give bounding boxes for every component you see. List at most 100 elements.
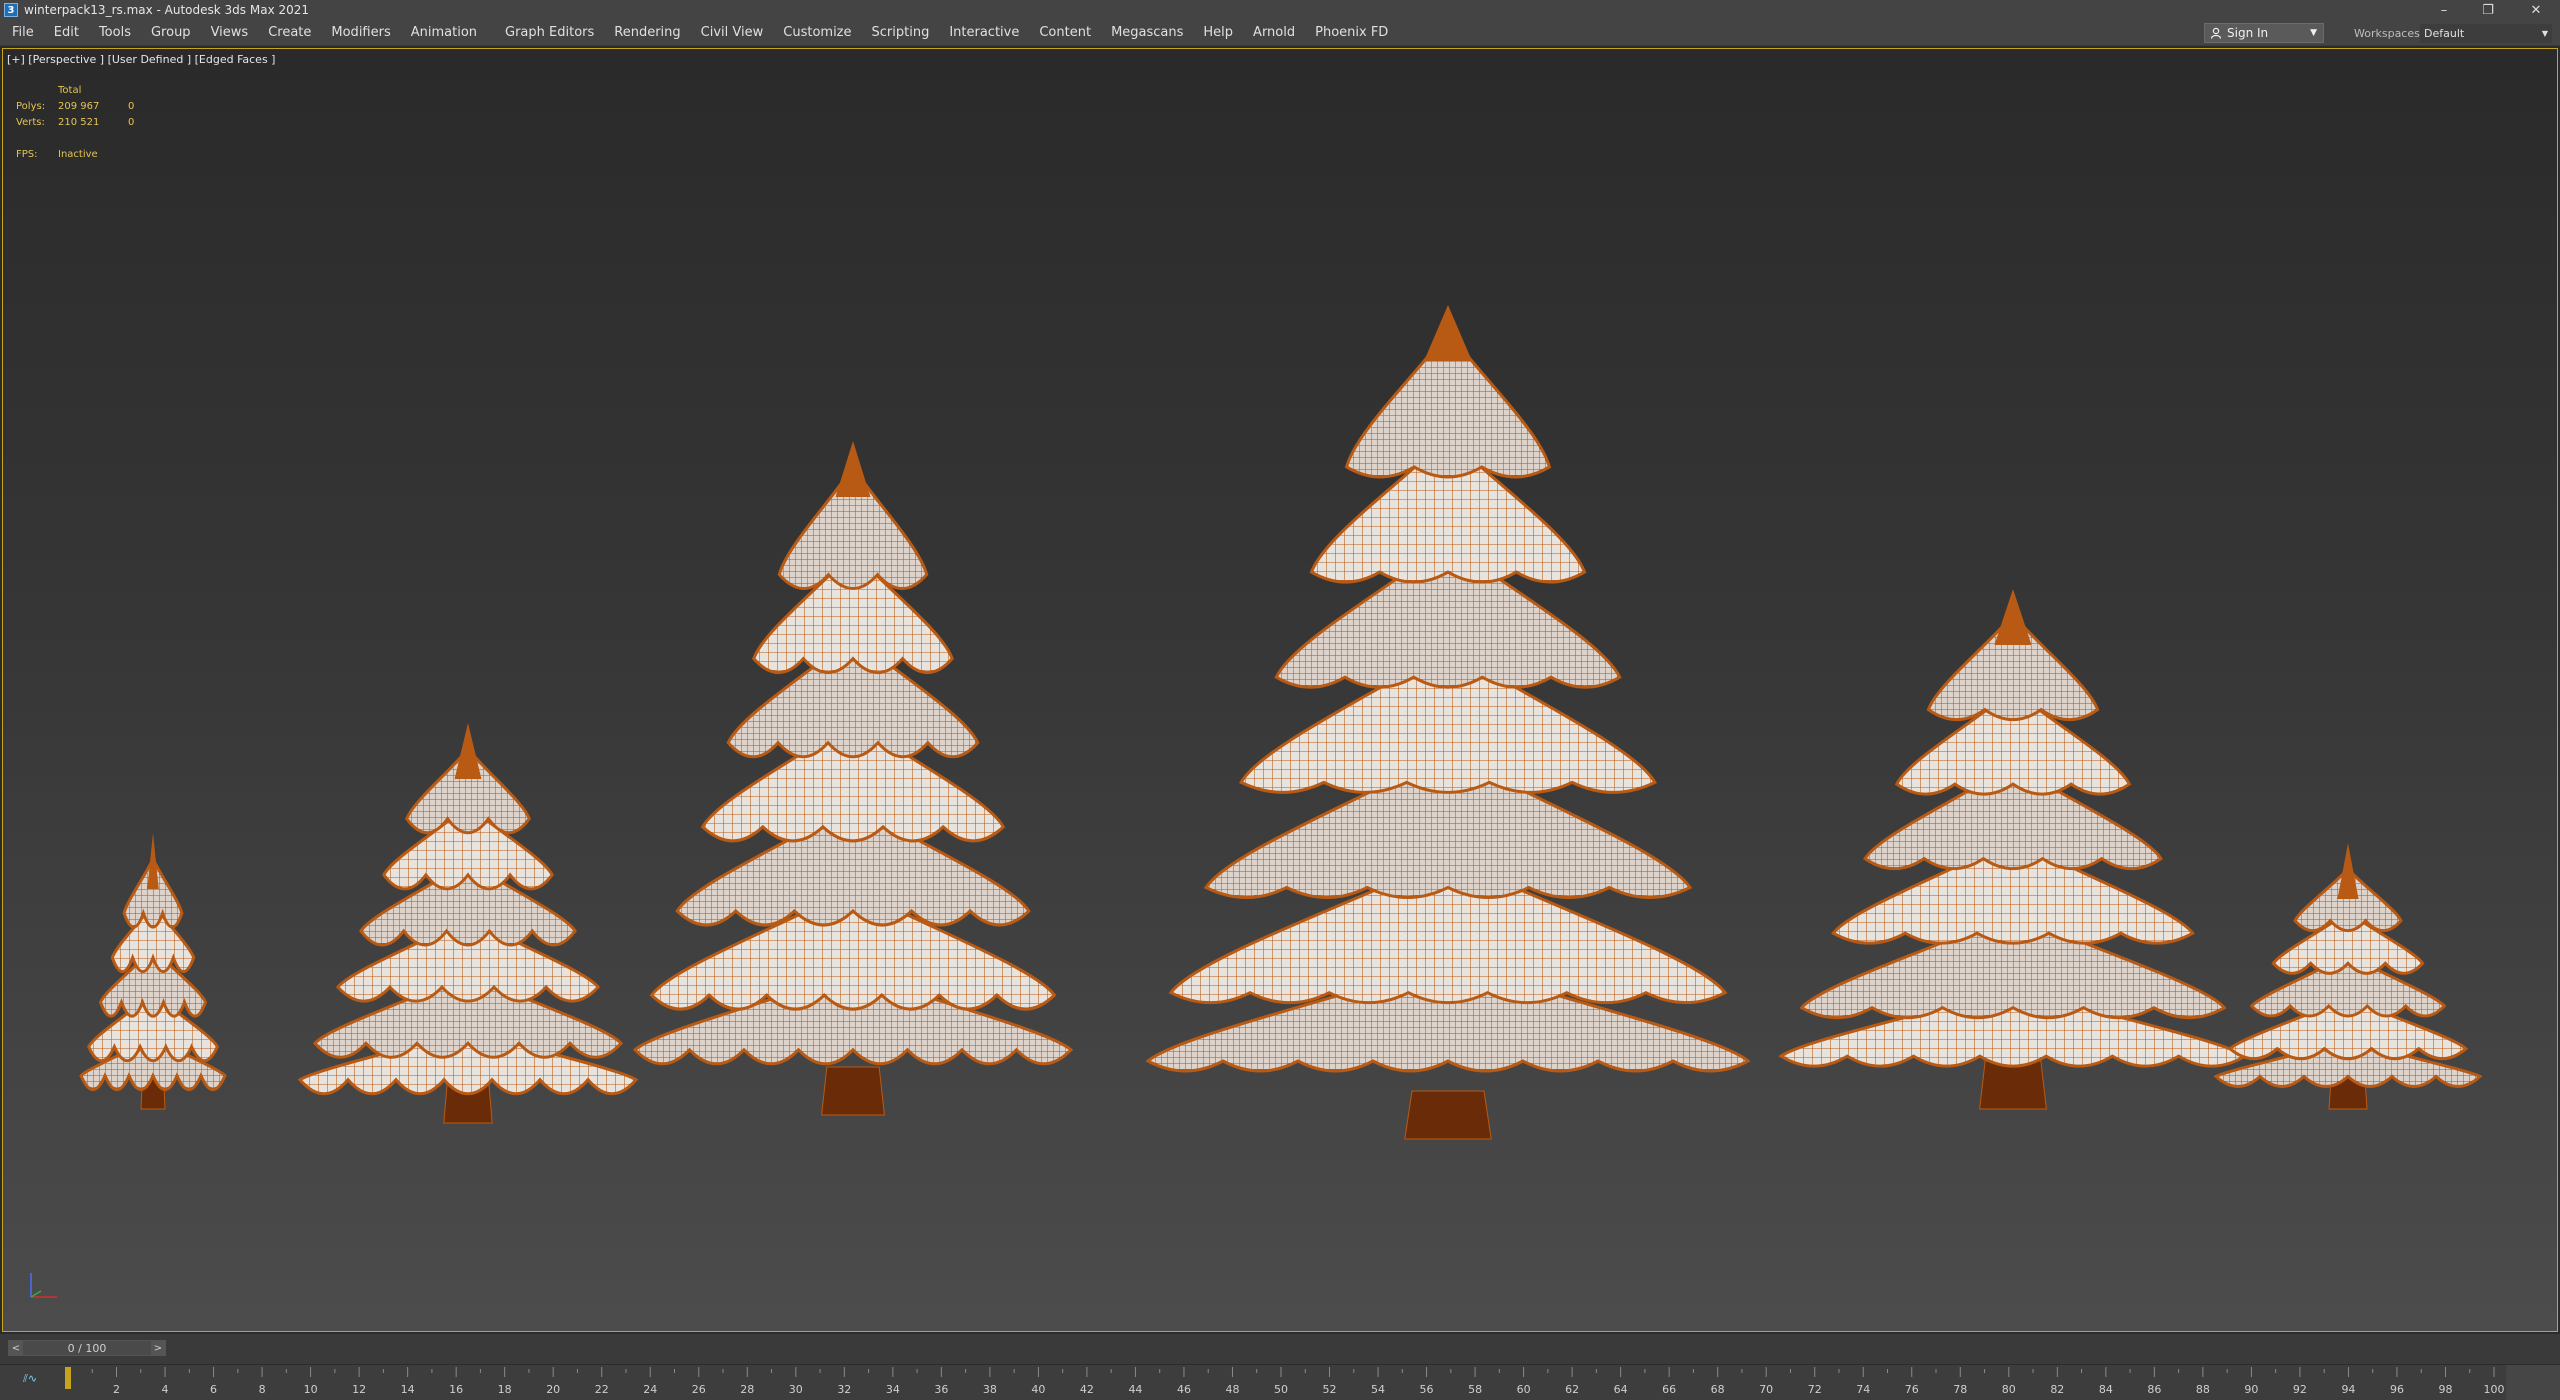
polys-selected: 0 xyxy=(128,101,135,112)
time-slider-bar: < 0 / 100 > xyxy=(0,1334,2560,1364)
ruler-tick-label: 96 xyxy=(2390,1383,2404,1396)
ruler-tick-label: 6 xyxy=(210,1383,217,1396)
ruler-tick-label: 68 xyxy=(1711,1383,1725,1396)
current-frame-marker[interactable] xyxy=(65,1367,71,1389)
ruler-tick-label: 50 xyxy=(1274,1383,1288,1396)
ruler-tick-label: 82 xyxy=(2050,1383,2064,1396)
stats-header: Total xyxy=(58,85,82,96)
app-icon[interactable]: 3 xyxy=(4,3,18,17)
menu-graph-editors[interactable]: Graph Editors xyxy=(487,20,604,46)
track-bar-end xyxy=(2506,1365,2560,1400)
menu-content[interactable]: Content xyxy=(1029,20,1101,46)
ruler-tick-label: 78 xyxy=(1953,1383,1967,1396)
prev-frame-button[interactable]: < xyxy=(9,1341,23,1355)
close-button[interactable]: ✕ xyxy=(2514,0,2558,20)
sign-in-dropdown[interactable]: Sign In ▼ xyxy=(2204,23,2324,43)
menu-edit[interactable]: Edit xyxy=(44,20,89,46)
menu-scripting[interactable]: Scripting xyxy=(862,20,940,46)
tree-1[interactable] xyxy=(79,833,227,1110)
ruler-tick-label: 36 xyxy=(934,1383,948,1396)
ruler-tick-label: 12 xyxy=(352,1383,366,1396)
ruler-tick-label: 94 xyxy=(2341,1383,2355,1396)
workspaces-select[interactable]: Default ▼ xyxy=(2420,24,2552,43)
menu-bar: File Edit Tools Group Views Create Modif… xyxy=(0,20,2560,46)
verts-selected: 0 xyxy=(128,117,135,128)
perspective-viewport[interactable]: [+] [Perspective ] [User Defined ] [Edge… xyxy=(2,48,2558,1332)
menu-phoenix-fd[interactable]: Phoenix FD xyxy=(1305,20,1398,46)
menu-group[interactable]: Group xyxy=(141,20,201,46)
window-title: winterpack13_rs.max - Autodesk 3ds Max 2… xyxy=(24,3,310,17)
viewport-label[interactable]: [+] [Perspective ] [User Defined ] [Edge… xyxy=(7,53,275,66)
ruler-tick-label: 62 xyxy=(1565,1383,1579,1396)
minimize-button[interactable]: – xyxy=(2422,0,2466,20)
ruler-tick-label: 42 xyxy=(1080,1383,1094,1396)
menu-civil-view[interactable]: Civil View xyxy=(691,20,774,46)
title-bar: 3 winterpack13_rs.max - Autodesk 3ds Max… xyxy=(0,0,2560,20)
ruler-tick-label: 72 xyxy=(1808,1383,1822,1396)
ruler-tick-label: 14 xyxy=(401,1383,415,1396)
ruler-tick-label: 4 xyxy=(162,1383,169,1396)
fps-label: FPS: xyxy=(16,149,38,160)
workspaces-value: Default xyxy=(2424,27,2465,40)
ruler-tick-label: 10 xyxy=(304,1383,318,1396)
next-frame-button[interactable]: > xyxy=(151,1341,165,1355)
menu-megascans[interactable]: Megascans xyxy=(1101,20,1193,46)
ruler-tick-label: 80 xyxy=(2002,1383,2016,1396)
menu-help[interactable]: Help xyxy=(1193,20,1243,46)
ruler-tick-label: 38 xyxy=(983,1383,997,1396)
ruler-tick-label: 18 xyxy=(498,1383,512,1396)
menu-arnold[interactable]: Arnold xyxy=(1243,20,1305,46)
ruler-tick-label: 26 xyxy=(692,1383,706,1396)
ruler-tick-label: 54 xyxy=(1371,1383,1385,1396)
frame-display: 0 / 100 xyxy=(67,1341,107,1355)
menu-create[interactable]: Create xyxy=(258,20,321,46)
ruler-tick-label: 32 xyxy=(837,1383,851,1396)
user-icon xyxy=(2209,26,2223,40)
tree-5[interactable] xyxy=(1778,589,2248,1110)
menu-tools[interactable]: Tools xyxy=(89,20,141,46)
menu-rendering[interactable]: Rendering xyxy=(604,20,690,46)
verts-label: Verts: xyxy=(16,117,45,128)
ruler-tick-label: 34 xyxy=(886,1383,900,1396)
chevron-down-icon: ▼ xyxy=(2310,28,2317,38)
restore-button[interactable]: ❐ xyxy=(2466,0,2510,20)
polys-label: Polys: xyxy=(16,101,46,112)
menu-animation[interactable]: Animation xyxy=(401,20,487,46)
ruler-tick-label: 22 xyxy=(595,1383,609,1396)
ruler-tick-label: 64 xyxy=(1614,1383,1628,1396)
ruler-tick-label: 98 xyxy=(2438,1383,2452,1396)
track-bar[interactable]: 2 4 6 8 10 12 14 16 18 20 22 24 26 28 30 32 34 36 38 40 42 44… xyxy=(0,1364,2560,1400)
ruler-tick-label: 66 xyxy=(1662,1383,1676,1396)
track-bar-toggle-icon[interactable]: ⫽∿ xyxy=(10,1369,50,1389)
menu-views[interactable]: Views xyxy=(201,20,259,46)
ruler-tick-label: 74 xyxy=(1856,1383,1870,1396)
tree-6[interactable] xyxy=(2213,843,2483,1110)
ruler-tick-label: 92 xyxy=(2293,1383,2307,1396)
ruler-tick-label: 48 xyxy=(1225,1383,1239,1396)
ruler-tick-label: 84 xyxy=(2099,1383,2113,1396)
ruler-tick-label: 30 xyxy=(789,1383,803,1396)
ruler-tick-label: 16 xyxy=(449,1383,463,1396)
ruler-tick-label: 88 xyxy=(2196,1383,2210,1396)
menu-file[interactable]: File xyxy=(0,20,44,46)
fps-value: Inactive xyxy=(58,149,98,160)
ruler-tick-label: 52 xyxy=(1323,1383,1337,1396)
track-ruler: 2 4 6 8 10 12 14 16 18 20 22 24 26 28 30 32 34 36 38 40 42 44… xyxy=(65,1367,2505,1396)
tree-2[interactable] xyxy=(297,723,639,1124)
ruler-tick-label: 86 xyxy=(2147,1383,2161,1396)
ruler-tick-label: 20 xyxy=(546,1383,560,1396)
ruler-tick-label: 24 xyxy=(643,1383,657,1396)
menu-interactive[interactable]: Interactive xyxy=(939,20,1029,46)
tree-3[interactable] xyxy=(632,441,1074,1116)
menu-modifiers[interactable]: Modifiers xyxy=(321,20,400,46)
ruler-tick-label: 28 xyxy=(740,1383,754,1396)
ruler-tick-label: 2 xyxy=(113,1383,120,1396)
ruler-tick-label: 44 xyxy=(1128,1383,1142,1396)
menu-customize[interactable]: Customize xyxy=(773,20,861,46)
ruler-tick-label: 46 xyxy=(1177,1383,1191,1396)
ruler-tick-label: 100 xyxy=(2484,1383,2505,1396)
tree-4[interactable] xyxy=(1145,305,1751,1140)
polys-total: 209 967 xyxy=(58,101,100,112)
ruler-tick-label: 60 xyxy=(1517,1383,1531,1396)
time-slider[interactable]: < 0 / 100 > xyxy=(8,1340,166,1356)
